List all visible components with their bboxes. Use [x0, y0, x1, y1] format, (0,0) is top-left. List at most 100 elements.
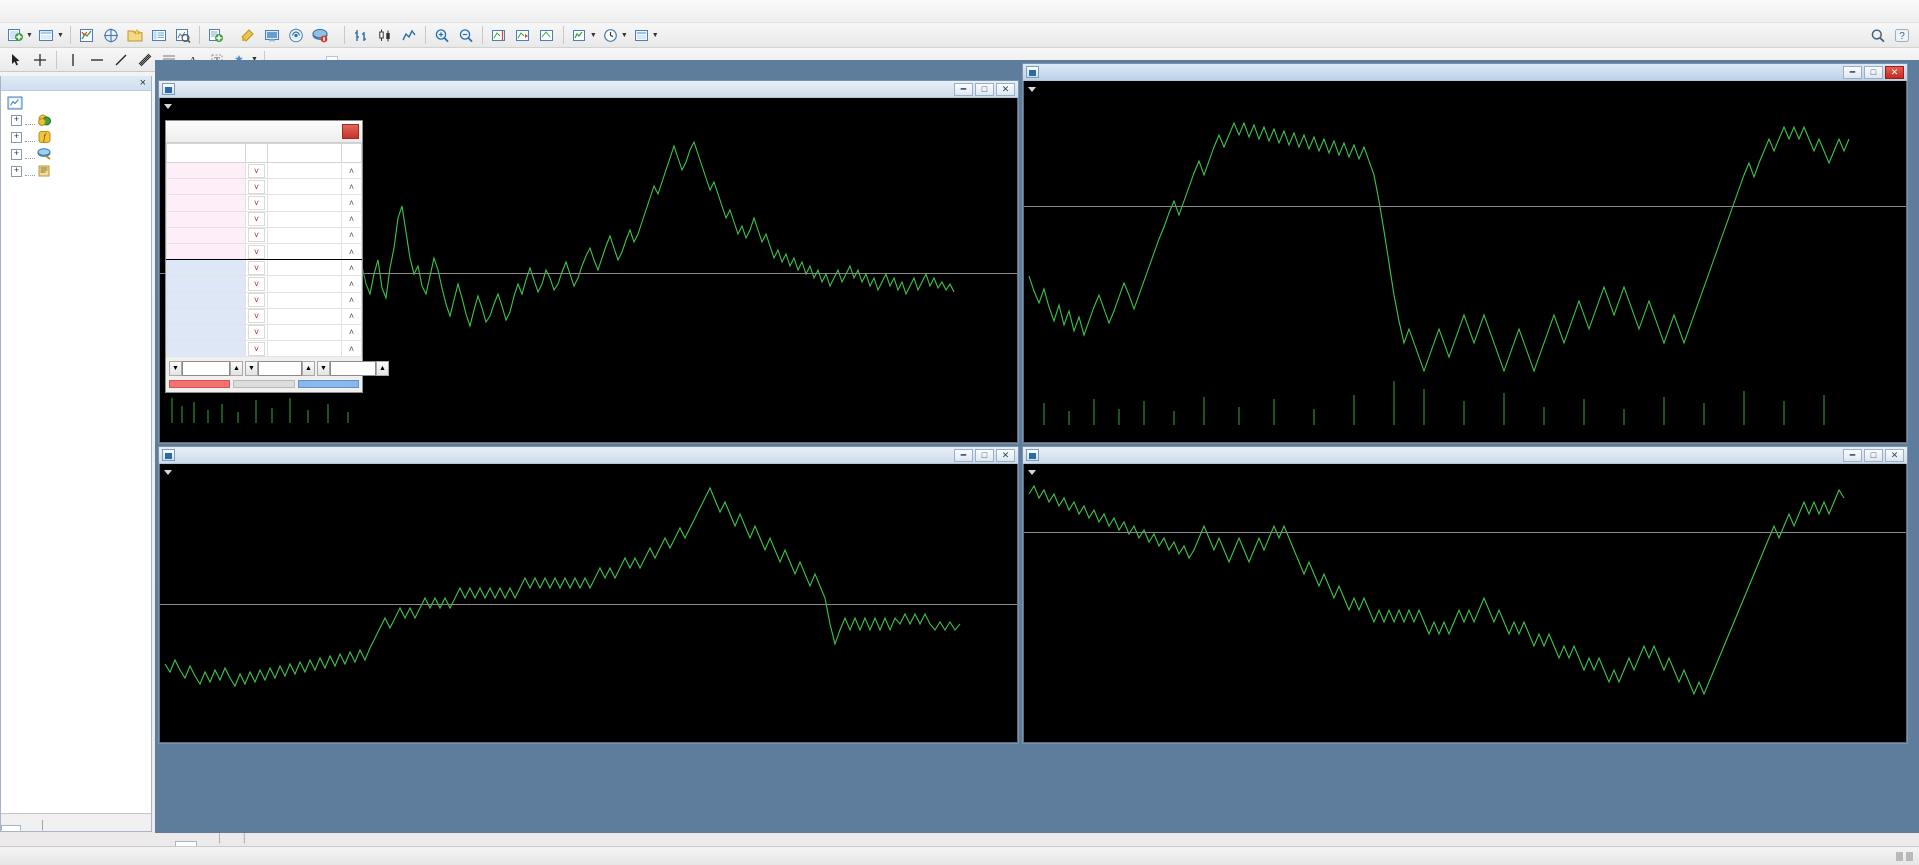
expand-icon-3[interactable]: + [11, 149, 22, 160]
sell-arrow-cell[interactable]: ˅ [245, 178, 268, 196]
chevron-up-icon[interactable]: ˄ [345, 326, 359, 338]
sell-arrow-cell[interactable]: ˅ [245, 259, 268, 277]
close-icon[interactable] [342, 124, 359, 139]
minimize-icon[interactable]: ━ [954, 82, 973, 96]
price-cell[interactable] [166, 307, 246, 325]
chevron-up-icon[interactable]: ˄ [345, 310, 359, 322]
trading-cell[interactable] [267, 161, 342, 180]
table-row[interactable]: ˅ ˄ [166, 275, 362, 293]
chart-window-eurgbp[interactable]: ━ □ ✕ [1022, 446, 1908, 744]
volume-field[interactable] [258, 361, 302, 377]
table-row[interactable]: ˅ ˄ [166, 340, 362, 358]
trading-cell[interactable] [267, 178, 342, 196]
tab-preferiti[interactable] [21, 827, 39, 831]
periodicity-icon[interactable] [600, 24, 622, 46]
price-cell[interactable] [166, 323, 246, 342]
expand-icon[interactable]: + [11, 115, 22, 126]
chevron-down-icon[interactable]: ˅ [248, 325, 265, 340]
price-cell[interactable] [166, 275, 246, 293]
chevron-down-icon[interactable] [1028, 86, 1036, 92]
trading-cell[interactable] [267, 210, 342, 228]
trading-cell[interactable] [267, 226, 342, 244]
chevron-down-icon[interactable]: ˅ [248, 195, 265, 210]
chevron-down-icon[interactable]: ˅ [248, 293, 265, 308]
maximize-icon[interactable]: □ [1864, 448, 1883, 462]
strategy-tester-icon[interactable] [172, 24, 194, 46]
indicators-icon[interactable] [569, 24, 591, 46]
chevron-up-icon[interactable]: ˄ [345, 246, 359, 258]
chevron-up-icon[interactable]: ˄ [345, 165, 359, 177]
trading-cell[interactable] [267, 323, 342, 342]
help-icon[interactable]: ? [1891, 24, 1913, 46]
close-icon[interactable]: ✕ [1885, 448, 1904, 462]
chart-titlebar-eurusd[interactable]: ━ □ ✕ [159, 81, 1018, 98]
maximize-icon[interactable]: □ [975, 82, 994, 96]
volume-stepper[interactable]: ▼ ▲ [245, 361, 315, 377]
profiles-dropdown-icon[interactable]: ▼ [57, 32, 64, 39]
trading-cell[interactable] [267, 275, 342, 293]
buy-arrow-cell[interactable]: ˄ [341, 178, 362, 196]
table-row[interactable]: ˅ ˄ [166, 194, 362, 212]
buy-arrow-cell[interactable]: ˄ [341, 161, 362, 180]
new-chart-icon[interactable] [5, 24, 27, 46]
close-icon[interactable]: ✕ [996, 82, 1015, 96]
chevron-up-icon[interactable]: ˄ [345, 229, 359, 241]
price-cell[interactable] [166, 291, 246, 309]
expand-icon-2[interactable]: + [11, 132, 22, 143]
close-icon[interactable]: ✕ [996, 448, 1015, 462]
shift-end-icon[interactable] [488, 24, 510, 46]
buy-arrow-cell[interactable]: ˄ [341, 307, 362, 325]
vertical-line-icon[interactable] [62, 49, 84, 71]
price-cell[interactable] [166, 210, 246, 228]
menu-item-file[interactable] [6, 8, 28, 14]
templates-dropdown-icon[interactable]: ▼ [652, 32, 659, 39]
signals-icon[interactable] [285, 24, 307, 46]
tp-stepper[interactable]: ▼ ▲ [317, 361, 389, 377]
sell-arrow-cell[interactable]: ˅ [245, 210, 268, 228]
chart-window-au200[interactable]: ━ □ ✕ [1022, 63, 1908, 444]
sell-arrow-cell[interactable]: ˅ [245, 291, 268, 309]
chevron-up-icon[interactable]: ˄ [345, 343, 359, 355]
tab-comune[interactable] [1, 825, 21, 831]
new-chart-dropdown-icon[interactable]: ▼ [26, 32, 33, 39]
menu-item-aiuto[interactable] [138, 8, 160, 14]
minimize-icon[interactable]: ━ [954, 448, 973, 462]
buy-arrow-cell[interactable]: ˄ [341, 242, 362, 261]
bar-chart-icon[interactable] [350, 24, 372, 46]
minimize-icon[interactable]: ━ [1843, 448, 1862, 462]
navigator-icon[interactable] [124, 24, 146, 46]
chevron-up-icon[interactable]: ˄ [345, 278, 359, 290]
trading-cell[interactable] [267, 259, 342, 277]
chevron-down-icon[interactable]: ˅ [248, 163, 265, 178]
horizontal-line-icon[interactable] [86, 49, 108, 71]
menu-item-grafici[interactable] [72, 8, 94, 14]
zoom-out-icon[interactable] [455, 24, 477, 46]
new-order-icon[interactable] [205, 24, 227, 46]
profiles-icon[interactable] [36, 24, 58, 46]
chevron-up-icon[interactable]: ˄ [345, 181, 359, 193]
trading-cell[interactable] [267, 242, 342, 261]
chart-window-eurusd[interactable]: ━ □ ✕ ˅ ˄ ˅ ˄ ˅ ˄ ˅ ˄ ˅ ˄ ˅ ˄ ˅ ˄ ˅ ˄ ˅ … [158, 80, 1019, 444]
maximize-icon[interactable]: □ [1864, 65, 1883, 79]
maximize-icon[interactable]: □ [975, 448, 994, 462]
chevron-up-icon[interactable]: ˄ [345, 294, 359, 306]
chevron-down-icon[interactable]: ˅ [248, 260, 265, 275]
sell-arrow-cell[interactable]: ˅ [245, 226, 268, 244]
crosshair-icon[interactable] [29, 49, 51, 71]
table-row[interactable]: ˅ ˄ [166, 259, 362, 277]
buy-button[interactable] [297, 380, 359, 389]
sell-arrow-cell[interactable]: ˅ [245, 340, 268, 358]
buy-arrow-cell[interactable]: ˄ [341, 210, 362, 228]
volume-decrement-icon[interactable]: ▼ [245, 361, 258, 377]
chevron-down-icon[interactable]: ˅ [248, 244, 265, 259]
close-position-button[interactable] [233, 380, 295, 389]
volume-increment-icon[interactable]: ▲ [302, 361, 315, 377]
price-cell[interactable] [166, 161, 246, 180]
sell-arrow-cell[interactable]: ˅ [245, 307, 268, 325]
zoom-in-icon[interactable] [431, 24, 453, 46]
sidebar-item-conti[interactable]: + [5, 112, 151, 129]
chart-titlebar-au200[interactable]: ━ □ ✕ [1023, 64, 1907, 81]
chart-window-gbpusd[interactable]: ━ □ ✕ [158, 446, 1019, 744]
autoscroll-icon[interactable] [512, 24, 534, 46]
navigator-root-item[interactable] [5, 95, 151, 112]
